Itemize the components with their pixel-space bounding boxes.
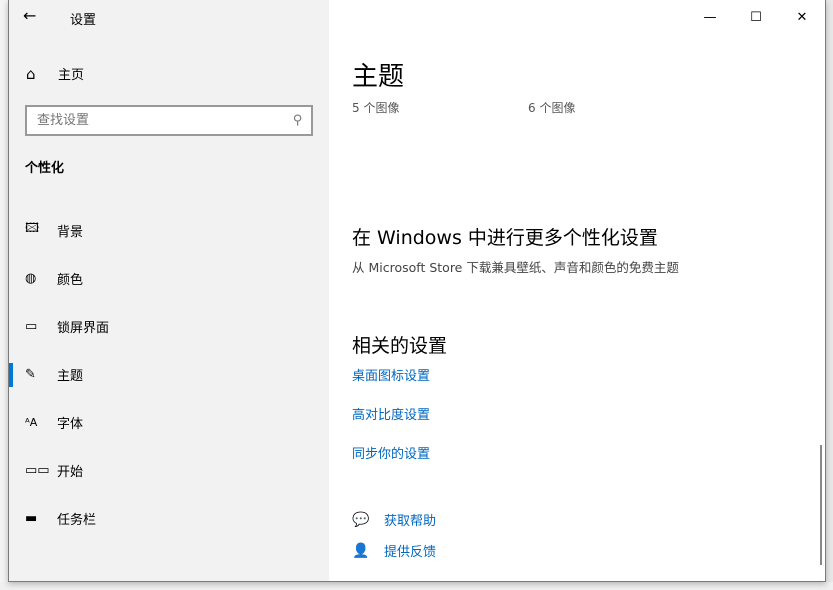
sidebar-item-background[interactable]: 🖾背景: [9, 206, 329, 254]
sidebar: ← 设置 ⌂ 主页 ⚲ 个性化 🖾背景 ◍颜色 ▭锁屏界面 ✎主题 ᴬA字体 ▭…: [9, 0, 329, 581]
help-icon: 💬: [352, 512, 384, 528]
settings-window: ← 设置 ⌂ 主页 ⚲ 个性化 🖾背景 ◍颜色 ▭锁屏界面 ✎主题 ᴬA字体 ▭…: [8, 0, 826, 582]
help-label: 获取帮助: [384, 510, 436, 529]
nav-label: 背景: [57, 221, 83, 240]
nav-label: 开始: [57, 461, 83, 480]
nav-label: 锁屏界面: [57, 317, 109, 336]
sidebar-item-start[interactable]: ▭▭开始: [9, 446, 329, 494]
link-high-contrast[interactable]: 高对比度设置: [352, 404, 430, 423]
nav-label: 颜色: [57, 269, 83, 288]
search-icon[interactable]: ⚲: [293, 113, 303, 128]
nav-label: 字体: [57, 413, 83, 432]
more-heading: 在 Windows 中进行更多个性化设置: [352, 223, 658, 250]
background-desktop: [0, 582, 833, 590]
picture-icon: 🖾: [25, 219, 57, 241]
sidebar-item-colors[interactable]: ◍颜色: [9, 254, 329, 302]
minimize-button[interactable]: —: [687, 0, 733, 34]
page-title: 主题: [352, 56, 404, 93]
search-box[interactable]: ⚲: [25, 105, 313, 136]
maximize-button[interactable]: ☐: [733, 0, 779, 34]
start-icon: ▭▭: [25, 463, 57, 478]
app-title: 设置: [70, 9, 96, 28]
feedback-link[interactable]: 👤提供反馈: [352, 541, 436, 560]
nav-list: 🖾背景 ◍颜色 ▭锁屏界面 ✎主题 ᴬA字体 ▭▭开始 ▬任务栏: [9, 206, 329, 542]
window-controls: — ☐ ✕: [687, 0, 825, 34]
sidebar-item-themes[interactable]: ✎主题: [9, 350, 329, 398]
sidebar-item-home[interactable]: ⌂ 主页: [26, 64, 84, 83]
feedback-icon: 👤: [352, 543, 384, 559]
lock-screen-icon: ▭: [25, 319, 57, 334]
theme-image-count[interactable]: 6 个图像: [528, 99, 575, 116]
sidebar-item-lock-screen[interactable]: ▭锁屏界面: [9, 302, 329, 350]
nav-label: 任务栏: [57, 509, 96, 528]
theme-icon: ✎: [25, 367, 57, 382]
back-button[interactable]: ←: [23, 6, 43, 28]
font-icon: ᴬA: [25, 416, 57, 429]
palette-icon: ◍: [25, 271, 57, 286]
background-window: [0, 0, 8, 590]
taskbar-icon: ▬: [25, 511, 57, 526]
nav-label: 主题: [57, 365, 83, 384]
theme-image-count[interactable]: 5 个图像: [352, 99, 399, 116]
more-description: 从 Microsoft Store 下载兼具壁纸、声音和颜色的免费主题: [352, 257, 679, 276]
search-input[interactable]: [37, 113, 267, 128]
close-button[interactable]: ✕: [779, 0, 825, 34]
related-heading: 相关的设置: [352, 331, 447, 358]
link-sync-settings[interactable]: 同步你的设置: [352, 443, 430, 462]
home-icon: ⌂: [26, 65, 58, 83]
section-heading: 个性化: [25, 157, 64, 176]
link-desktop-icons[interactable]: 桌面图标设置: [352, 365, 430, 384]
scrollbar[interactable]: [820, 445, 822, 565]
sidebar-item-taskbar[interactable]: ▬任务栏: [9, 494, 329, 542]
get-help-link[interactable]: 💬获取帮助: [352, 510, 436, 529]
sidebar-item-fonts[interactable]: ᴬA字体: [9, 398, 329, 446]
home-label: 主页: [58, 64, 84, 83]
feedback-label: 提供反馈: [384, 541, 436, 560]
